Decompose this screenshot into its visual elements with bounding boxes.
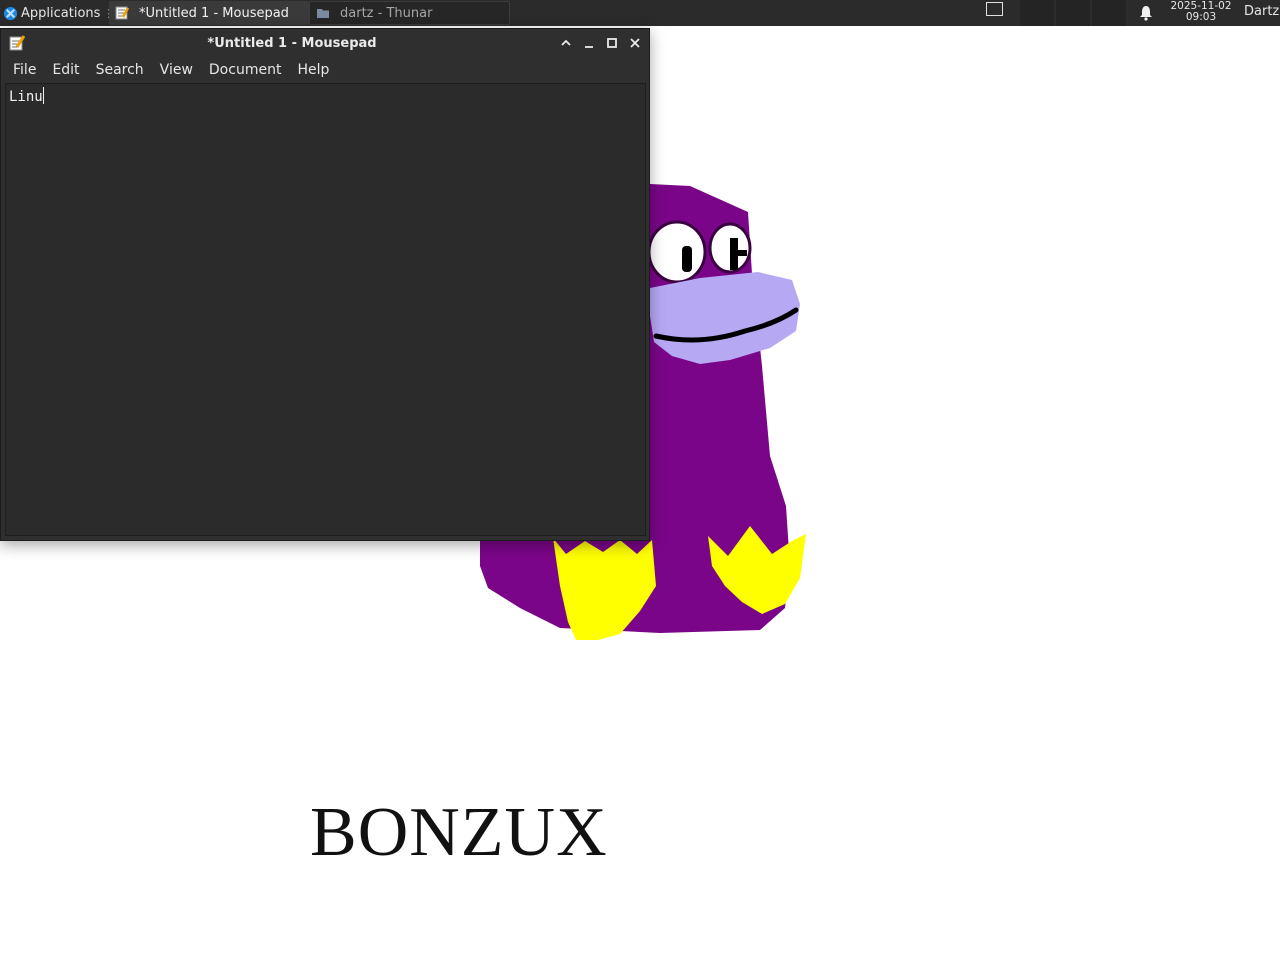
mascot-left-pupil xyxy=(682,246,692,272)
workspace-3[interactable] xyxy=(1092,0,1126,26)
menu-search[interactable]: Search xyxy=(88,62,152,78)
folder-icon xyxy=(317,9,329,18)
taskbar-item-mousepad[interactable]: *Untitled 1 - Mousepad xyxy=(109,1,309,25)
xfce-logo-icon xyxy=(3,6,18,20)
chevron-up-icon[interactable] xyxy=(559,36,573,50)
clock-time: 09:03 xyxy=(1185,11,1217,23)
text-editor-area[interactable]: Linu xyxy=(5,83,646,536)
menu-document[interactable]: Document xyxy=(201,62,290,78)
taskbar-item-label: dartz - Thunar xyxy=(340,5,433,21)
text-editor-icon xyxy=(115,6,129,20)
user-menu[interactable]: Dartz xyxy=(1244,4,1279,19)
editor-content[interactable]: Linu xyxy=(9,87,44,105)
close-icon[interactable] xyxy=(628,36,642,50)
menu-help[interactable]: Help xyxy=(289,62,337,78)
taskbar-item-label: *Untitled 1 - Mousepad xyxy=(139,5,289,21)
menu-file[interactable]: File xyxy=(5,62,44,78)
mascot-left-eye xyxy=(647,220,707,284)
menu-edit[interactable]: Edit xyxy=(44,62,87,78)
workspace-2[interactable] xyxy=(1056,0,1090,26)
top-panel: Applications ⋮ *Untitled 1 - Mousepad da… xyxy=(0,0,1280,26)
window-title: *Untitled 1 - Mousepad xyxy=(207,36,377,51)
applications-menu-button[interactable]: Applications ⋮ xyxy=(0,0,114,26)
maximize-icon[interactable] xyxy=(605,36,619,50)
panel-clock[interactable]: 2025-11-02 09:03 xyxy=(1166,1,1236,23)
bonzux-wordmark: BONZUX xyxy=(310,794,608,871)
minimize-icon[interactable] xyxy=(582,36,596,50)
taskbar-item-thunar[interactable]: dartz - Thunar xyxy=(309,1,510,25)
editor-text: Linu xyxy=(9,89,43,105)
show-desktop-button[interactable] xyxy=(986,2,1003,16)
notification-bell-icon[interactable] xyxy=(1139,5,1153,21)
menu-view[interactable]: View xyxy=(152,62,201,78)
text-caret xyxy=(42,87,44,104)
menu-bar: File Edit Search View Document Help xyxy=(1,57,649,83)
window-titlebar[interactable]: *Untitled 1 - Mousepad xyxy=(1,29,649,57)
workspace-1[interactable] xyxy=(1020,0,1054,26)
mousepad-window: *Untitled 1 - Mousepad File Edit Search … xyxy=(0,28,650,541)
applications-label: Applications xyxy=(21,5,101,21)
